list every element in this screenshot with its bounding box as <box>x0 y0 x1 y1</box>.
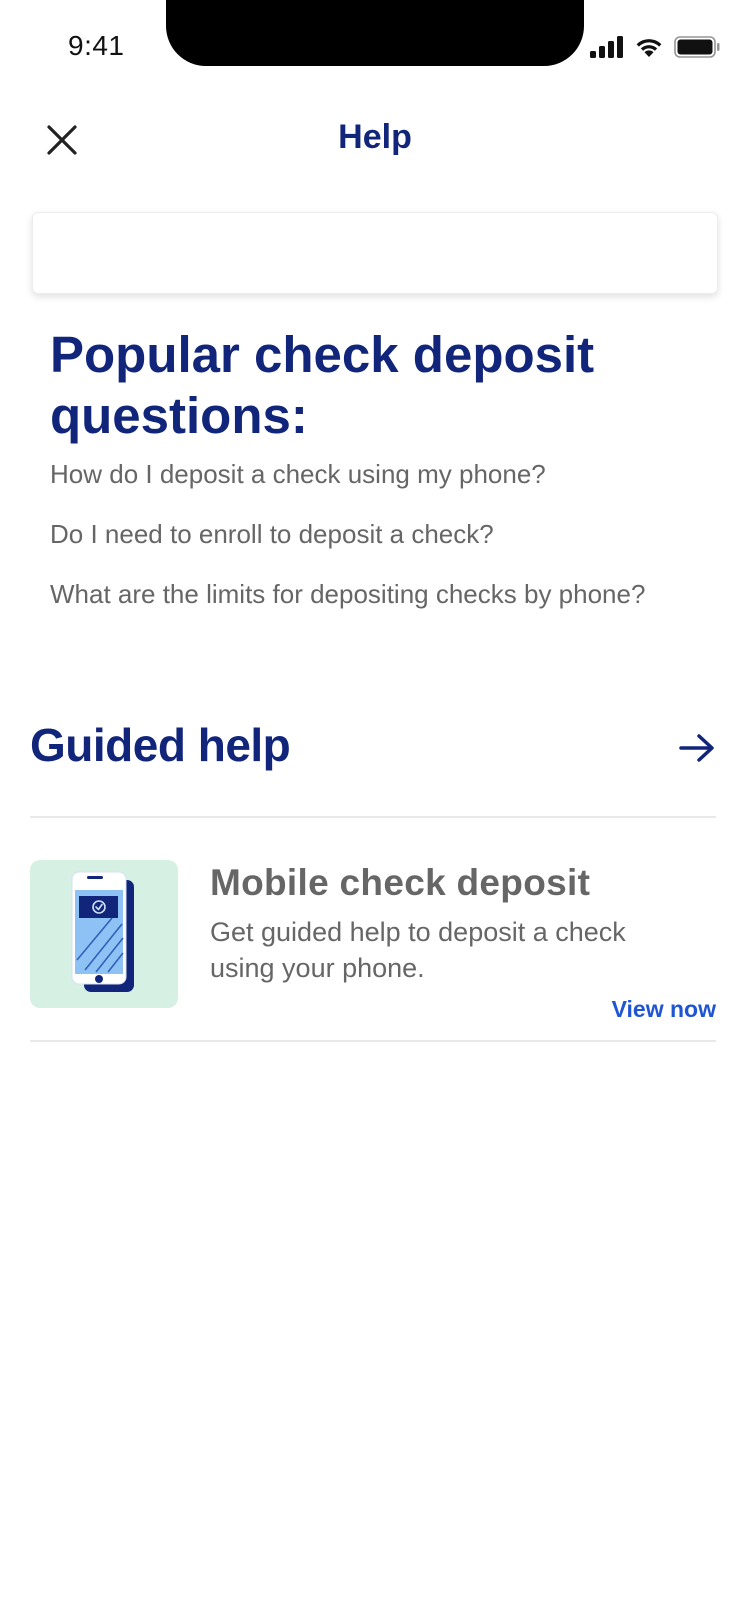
divider <box>30 1040 716 1042</box>
guided-help-title: Guided help <box>30 719 291 771</box>
cellular-signal-icon <box>590 36 623 58</box>
status-icons <box>590 34 720 60</box>
faq-item[interactable]: What are the limits for depositing check… <box>50 576 740 636</box>
phone-check-icon <box>71 871 134 992</box>
wifi-icon <box>636 39 662 57</box>
device-notch <box>166 0 584 66</box>
battery-icon <box>674 36 720 58</box>
view-now-link[interactable]: View now <box>612 996 716 1023</box>
divider <box>30 816 716 818</box>
card-title: Mobile check deposit <box>210 862 591 903</box>
faq-item[interactable]: How do I deposit a check using my phone? <box>50 456 740 516</box>
arrow-right-icon[interactable] <box>678 732 716 764</box>
faq-list: How do I deposit a check using my phone?… <box>50 456 740 636</box>
header: Help <box>0 96 750 186</box>
popular-questions-title: Popular check deposit questions: <box>50 326 595 444</box>
search-box <box>32 212 718 294</box>
card-description: Get guided help to deposit a check using… <box>210 917 626 983</box>
status-time: 9:41 <box>68 30 125 61</box>
mobile-check-deposit-card-image <box>30 860 178 1008</box>
status-bar: 9:41 <box>0 0 750 96</box>
page-title: Help <box>338 118 412 156</box>
guided-help-header[interactable]: Guided help <box>30 714 716 784</box>
search-input[interactable] <box>33 213 717 293</box>
faq-item[interactable]: Do I need to enroll to deposit a check? <box>50 516 740 576</box>
